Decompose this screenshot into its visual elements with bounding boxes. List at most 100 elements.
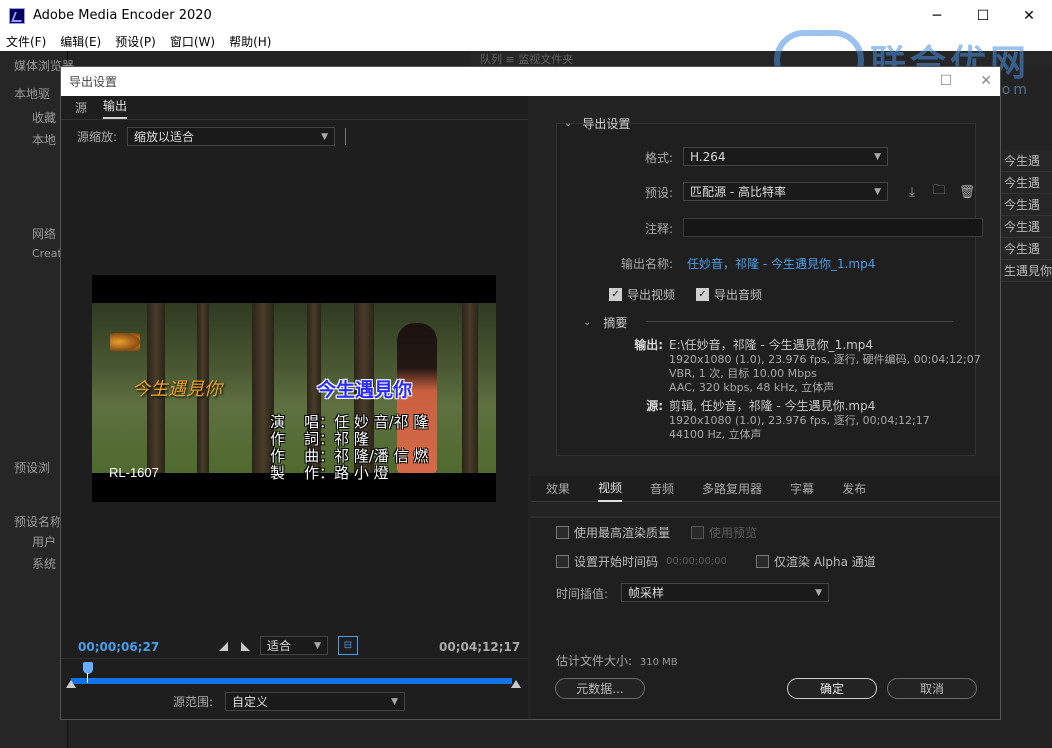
import-preset-icon[interactable]: 🗀 [931, 183, 947, 200]
metadata-button[interactable]: 元数据... [555, 678, 645, 699]
source-range-row: 源范围: 自定义 ▼ [173, 692, 406, 711]
render-options-panel: 使用最高渲染质量 使用预览 设置开始时间码 00;00;00;00 仅渲染 Al… [531, 516, 1000, 719]
queue-item[interactable]: 今生遇 [1000, 194, 1052, 216]
preview-tabs: 源 输出 [61, 96, 528, 120]
preset-select[interactable]: 匹配源 - 高比特率 ▼ [683, 182, 888, 201]
end-timecode: 00;04;12;17 [439, 640, 521, 654]
time-interpolation-value: 帧采样 [628, 586, 665, 600]
menu-file[interactable]: 文件(F) [6, 33, 46, 50]
queue-item[interactable]: 生遇見你 [1000, 260, 1052, 282]
preview-pane: 源 输出 源缩放: 缩放以适合 ▼ 今生遇見你 今生遇見你 演 唱：任 妙 音/… [61, 96, 528, 719]
chevron-down-icon: ▼ [815, 587, 822, 598]
zoom-fit-select[interactable]: 适合 ▼ [260, 636, 328, 655]
source-scale-row: 源缩放: 缩放以适合 ▼ [77, 127, 347, 146]
queue-item[interactable]: 今生遇 [1000, 172, 1052, 194]
export-audio-checkbox[interactable]: ✓ 导出音频 [696, 286, 762, 303]
bg-label: 预设浏 [14, 461, 51, 475]
source-scale-select[interactable]: 缩放以适合 ▼ [127, 127, 336, 146]
set-start-timecode-label: 设置开始时间码 [574, 555, 659, 569]
output-name-label: 输出名称: [620, 257, 673, 271]
queue-item[interactable]: 今生遇 [1000, 216, 1052, 238]
playhead-line [87, 673, 88, 683]
dialog-close-button[interactable]: ✕ [980, 73, 992, 89]
maximize-button[interactable]: ☐ [960, 0, 1006, 31]
save-preset-icon[interactable]: ⤓ [904, 184, 920, 200]
max-render-quality-checkbox[interactable]: 使用最高渲染质量 [556, 524, 670, 541]
comment-input[interactable] [683, 218, 983, 237]
format-select[interactable]: H.264 ▼ [683, 147, 888, 166]
source-scale-label: 源缩放: [77, 130, 118, 144]
summary-output-label: 输出: [634, 338, 663, 352]
render-alpha-label: 仅渲染 Alpha 通道 [774, 555, 876, 569]
ok-button[interactable]: 确定 [787, 678, 877, 699]
video-preview: 今生遇見你 今生遇見你 演 唱：任 妙 音/祁 隆 作 詞：祁 隆 作 曲：祁 … [92, 275, 496, 502]
bg-label: 用户 [32, 535, 57, 549]
checkbox-unchecked-icon [556, 555, 569, 568]
dialog-titlebar: 导出设置 ☐ ✕ [61, 67, 1000, 96]
minimize-button[interactable]: ─ [914, 0, 960, 31]
chevron-down-icon: ▼ [391, 696, 399, 707]
toolbar-divider [345, 128, 347, 145]
tab-output[interactable]: 输出 [103, 97, 128, 119]
summary-source-label: 源: [646, 399, 663, 413]
in-point-handle[interactable] [66, 680, 76, 688]
dialog-maximize-button[interactable]: ☐ [940, 73, 953, 89]
timeline-track[interactable] [71, 678, 512, 684]
tab-source[interactable]: 源 [75, 99, 87, 119]
comment-label: 注释: [644, 222, 673, 236]
bg-label: 收藏 [32, 111, 57, 125]
checkbox-checked-icon: ✓ [609, 288, 622, 301]
summary-output-line: AAC, 320 kbps, 48 kHz, 立体声 [669, 381, 835, 394]
estimated-file-size-value: 310 MB [639, 657, 678, 668]
menu-preset[interactable]: 预设(P) [115, 33, 156, 50]
tab-multiplexer[interactable]: 多路复用器 [702, 476, 762, 501]
crop-output-icon[interactable]: ⊟ [338, 636, 358, 655]
export-audio-label: 导出音频 [714, 288, 763, 302]
settings-tabs: 效果 视频 音频 多路复用器 字幕 发布 [531, 476, 1000, 502]
tree-trunk [462, 303, 478, 473]
mark-in-icon[interactable] [219, 642, 228, 651]
summary-title: 摘要 [603, 316, 628, 330]
window-controls: ─ ☐ ✕ [914, 0, 1052, 31]
checkbox-unchecked-icon [756, 555, 769, 568]
queue-item[interactable]: 今生遇 [1000, 150, 1052, 172]
render-alpha-checkbox[interactable]: 仅渲染 Alpha 通道 [756, 553, 876, 570]
delete-preset-icon[interactable]: 🗑 [959, 184, 976, 200]
mark-out-icon[interactable] [241, 642, 250, 651]
estimated-file-size-label: 估计文件大小: 310 MB [556, 652, 678, 669]
bg-label: 网络 [32, 227, 57, 241]
tab-publish[interactable]: 发布 [842, 476, 866, 501]
zoom-fit-value: 适合 [267, 639, 292, 653]
tab-effects[interactable]: 效果 [546, 476, 570, 501]
export-video-checkbox[interactable]: ✓ 导出视频 [609, 286, 675, 303]
tab-audio[interactable]: 音频 [650, 476, 674, 501]
format-label: 格式: [644, 151, 673, 165]
playhead-handle[interactable] [83, 662, 93, 674]
export-settings-header[interactable]: ⌄ 导出设置 [564, 115, 630, 132]
close-button[interactable]: ✕ [1006, 0, 1052, 31]
chevron-down-icon: ⌄ [583, 317, 592, 328]
output-name-link[interactable]: 任妙音，祁隆 - 今生遇見你_1.mp4 [687, 255, 875, 272]
export-settings-dialog: 导出设置 ☐ ✕ 源 输出 源缩放: 缩放以适合 ▼ 今生遇見你 今生遇見你 演… [60, 66, 1001, 720]
dialog-title: 导出设置 [69, 75, 118, 89]
format-value: H.264 [690, 149, 726, 164]
queue-list: 今生遇 今生遇 今生遇 今生遇 今生遇 生遇見你 [1000, 150, 1052, 282]
estimated-file-size-text: 估计文件大小: [556, 654, 633, 668]
set-start-timecode-checkbox[interactable]: 设置开始时间码 00;00;00;00 [556, 553, 727, 570]
menu-edit[interactable]: 编辑(E) [60, 33, 101, 50]
bg-label: 预设名称 [14, 515, 63, 529]
menu-help[interactable]: 帮助(H) [229, 33, 271, 50]
source-range-select[interactable]: 自定义 ▼ [225, 692, 406, 711]
media-encoder-app-icon [9, 7, 25, 24]
use-previews-label: 使用预览 [709, 526, 758, 540]
out-point-handle[interactable] [511, 680, 521, 688]
summary-header[interactable]: ⌄ 摘要 [583, 314, 627, 331]
queue-item[interactable]: 今生遇 [1000, 238, 1052, 260]
summary-divider [646, 321, 953, 322]
tab-captions[interactable]: 字幕 [790, 476, 814, 501]
tab-video[interactable]: 视频 [598, 475, 623, 502]
cancel-button[interactable]: 取消 [887, 678, 977, 699]
menu-window[interactable]: 窗口(W) [170, 33, 215, 50]
start-timecode[interactable]: 00;00;06;27 [78, 640, 159, 654]
time-interpolation-select[interactable]: 帧采样 ▼ [621, 583, 829, 602]
